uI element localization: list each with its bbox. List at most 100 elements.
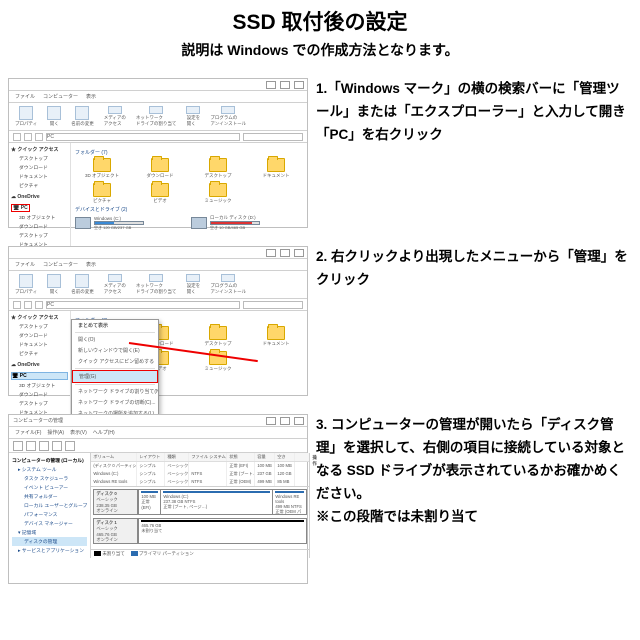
maximize-icon[interactable] <box>280 417 290 425</box>
forward-icon[interactable] <box>24 301 32 309</box>
folder-icon[interactable]: ダウンロード <box>133 158 187 179</box>
folder-icon[interactable]: ドキュメント <box>249 326 303 347</box>
tab-computer[interactable]: コンピューター <box>43 261 78 268</box>
column-header[interactable]: レイアウト <box>137 453 165 461</box>
tab-computer[interactable]: コンピューター <box>43 93 78 100</box>
menu-item[interactable]: ネットワーク ドライブの切断(C)... <box>72 397 158 408</box>
maximize-icon[interactable] <box>280 249 290 257</box>
sidebar-item[interactable]: 3D オブジェクト <box>11 213 68 222</box>
ribbon-button[interactable]: メディアのアクセス <box>104 106 126 127</box>
tab-view[interactable]: 表示 <box>86 93 96 100</box>
tree-root[interactable]: コンピューターの管理 (ローカル) <box>12 456 87 465</box>
forward-icon[interactable] <box>24 133 32 141</box>
minimize-icon[interactable] <box>266 249 276 257</box>
menu-item[interactable]: 管理(G) <box>72 370 158 383</box>
search-input[interactable] <box>243 133 303 141</box>
folder-icon[interactable]: ビデオ <box>133 183 187 204</box>
tab-file[interactable]: ファイル <box>15 93 35 100</box>
sidebar-item[interactable]: ☁ OneDrive <box>11 194 68 200</box>
tree-item[interactable]: 共有フォルダー <box>12 492 87 501</box>
maximize-icon[interactable] <box>280 81 290 89</box>
folder-icon[interactable]: ピクチャ <box>75 183 129 204</box>
menu-item[interactable]: 表示(V) <box>70 429 87 436</box>
tree-item[interactable]: ▸ サービスとアプリケーション <box>12 546 87 555</box>
drive-item[interactable]: ローカル ディスク (D:)空き 10 GB/465 GB <box>191 215 303 231</box>
tree-item[interactable]: ▾ 記憶域 <box>12 528 87 537</box>
sidebar-item-pc[interactable]: 🖥 PC <box>11 204 68 212</box>
sidebar-item[interactable]: ピクチャ <box>11 349 68 358</box>
column-header[interactable]: 種類 <box>165 453 189 461</box>
tree-item[interactable]: イベント ビューアー <box>12 483 87 492</box>
sidebar-item[interactable]: ドキュメント <box>11 172 68 181</box>
ribbon-button[interactable]: 名前の変更 <box>71 106 94 127</box>
menu-item[interactable]: クイック アクセスにピン留めする <box>72 356 158 367</box>
tree-item[interactable]: パフォーマンス <box>12 510 87 519</box>
tree-item[interactable]: ローカル ユーザーとグループ <box>12 501 87 510</box>
sidebar-item[interactable]: ピクチャ <box>11 181 68 190</box>
minimize-icon[interactable] <box>266 81 276 89</box>
menu-item[interactable]: ヘルプ(H) <box>93 429 115 436</box>
column-header[interactable]: ファイル システム <box>189 453 227 461</box>
ribbon-button[interactable]: 設定を開く <box>186 106 200 127</box>
menu-item[interactable]: ファイル(F) <box>15 429 41 436</box>
toolbar-icon[interactable] <box>26 441 36 451</box>
sidebar-item[interactable]: ドキュメント <box>11 340 68 349</box>
up-icon[interactable] <box>35 301 43 309</box>
partition[interactable]: Windows (C:)237.38 GB NTFS正常 (ブート, ページ…) <box>160 490 272 514</box>
path-field[interactable]: PC <box>46 133 240 141</box>
tree-item-disk-mgmt[interactable]: ディスクの管理 <box>12 537 87 546</box>
menu-item[interactable]: 新しいウィンドウで開く(E) <box>72 345 158 356</box>
close-icon[interactable] <box>294 81 304 89</box>
ribbon-button[interactable]: ネットワークドライブの割り当て <box>136 106 177 127</box>
partition[interactable]: 465.76 GB未割り当て <box>138 519 306 543</box>
minimize-icon[interactable] <box>266 417 276 425</box>
column-header[interactable]: 空き <box>275 453 295 461</box>
folder-icon[interactable]: ミュージック <box>191 183 245 204</box>
close-icon[interactable] <box>294 249 304 257</box>
sidebar-item[interactable]: デスクトップ <box>11 231 68 240</box>
ribbon-button[interactable]: プログラムのアンインストール <box>210 274 246 295</box>
ribbon-button[interactable]: 名前の変更 <box>71 274 94 295</box>
tree-item[interactable]: ▸ システム ツール <box>12 465 87 474</box>
partition[interactable]: Windows RE tools499 MB NTFS正常 (OEM パーティシ… <box>272 490 306 514</box>
up-icon[interactable] <box>35 133 43 141</box>
sidebar-item[interactable]: デスクトップ <box>11 154 68 163</box>
toolbar-icon[interactable] <box>65 441 75 451</box>
sidebar-item[interactable]: デスクトップ <box>11 322 68 331</box>
ribbon-button[interactable]: 設定を開く <box>186 274 200 295</box>
partition[interactable]: 100 MB正常 (EFI) <box>138 490 160 514</box>
folder-icon[interactable]: デスクトップ <box>191 158 245 179</box>
toolbar-icon[interactable] <box>13 441 23 451</box>
ribbon-button[interactable]: メディアのアクセス <box>104 274 126 295</box>
ribbon-button[interactable]: プログラムのアンインストール <box>210 106 246 127</box>
tab-file[interactable]: ファイル <box>15 261 35 268</box>
folder-icon[interactable]: 3D オブジェクト <box>75 158 129 179</box>
tab-view[interactable]: 表示 <box>86 261 96 268</box>
menu-item[interactable]: 操作(A) <box>47 429 64 436</box>
ribbon-button[interactable]: 開く <box>47 106 61 127</box>
ribbon-button[interactable]: プロパティ <box>15 274 37 295</box>
sidebar-item-pc[interactable]: 🖥 PC <box>11 372 68 380</box>
folder-icon[interactable]: ドキュメント <box>249 158 303 179</box>
path-field[interactable]: PC <box>46 301 240 309</box>
column-header[interactable]: 容量 <box>255 453 275 461</box>
menu-item[interactable]: ネットワーク ドライブの割り当て(N)... <box>72 386 158 397</box>
sidebar-item[interactable]: ☁ OneDrive <box>11 362 68 368</box>
column-header[interactable]: 状態 <box>227 453 255 461</box>
ribbon-button[interactable]: 開く <box>47 274 61 295</box>
sidebar-item[interactable]: ダウンロード <box>11 331 68 340</box>
back-icon[interactable] <box>13 133 21 141</box>
search-input[interactable] <box>243 301 303 309</box>
sidebar-item[interactable]: 3D オブジェクト <box>11 381 68 390</box>
toolbar-icon[interactable] <box>52 441 62 451</box>
tree-item[interactable]: デバイス マネージャー <box>12 519 87 528</box>
sidebar-item[interactable]: デスクトップ <box>11 399 68 408</box>
column-header[interactable]: ボリューム <box>91 453 137 461</box>
ribbon-button[interactable]: ネットワークドライブの割り当て <box>136 274 177 295</box>
folder-icon[interactable]: デスクトップ <box>191 326 245 347</box>
volume-row[interactable]: (ディスク 0 パーティション 1)シンプルベーシック正常 (EFI)100 M… <box>91 462 309 470</box>
sidebar-item[interactable]: ダウンロード <box>11 163 68 172</box>
ribbon-button[interactable]: プロパティ <box>15 106 37 127</box>
volume-row[interactable]: Windows (C:)シンプルベーシックNTFS正常 (ブート…)237 GB… <box>91 470 309 478</box>
toolbar-icon[interactable] <box>39 441 49 451</box>
